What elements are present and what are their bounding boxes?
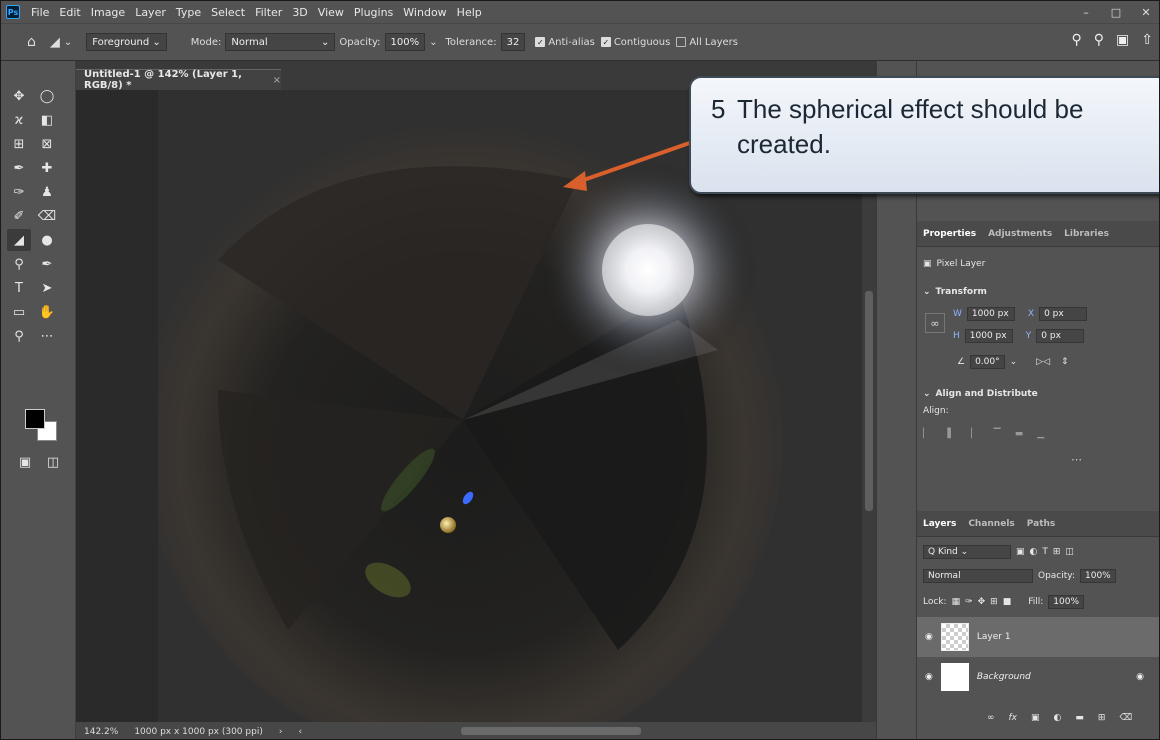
photoshop-window: Ps File Edit Image Layer Type Select Fil… [0,0,1160,740]
callout-line-1: The spherical effect should be [737,94,1084,124]
foreground-color-swatch[interactable] [25,409,45,429]
instruction-callout: 5 The spherical effect should be created. [689,76,1159,194]
callout-line-2: created. [737,129,831,159]
step-number: 5 [711,94,726,124]
